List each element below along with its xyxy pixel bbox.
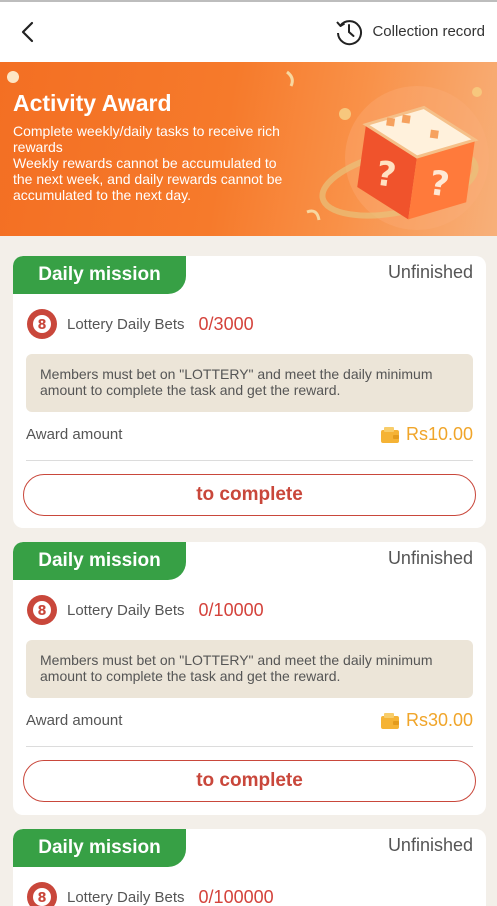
task-progress: 0/3000 [198, 313, 254, 334]
collection-record-button[interactable]: Collection record [334, 16, 485, 46]
lottery-ball-icon: 8 [27, 882, 57, 906]
divider [26, 746, 473, 747]
status-label: Unfinished [387, 835, 473, 855]
task-description: Members must bet on "LOTTERY" and meet t… [26, 354, 473, 412]
divider [26, 460, 473, 461]
back-button[interactable] [14, 16, 44, 48]
sparkle-dot-icon [7, 71, 19, 83]
svg-text:8: 8 [37, 891, 46, 906]
task-label: Lottery Daily Bets [67, 601, 185, 619]
banner-line: Weekly rewards cannot be accumulated to … [13, 155, 283, 203]
award-label: Award amount [26, 712, 123, 729]
mission-card: Daily mission Unfinished 8 Lottery Daily… [13, 256, 486, 528]
to-complete-button[interactable]: to complete [23, 760, 476, 802]
lottery-ball-icon: 8 [27, 309, 57, 339]
daily-mission-tag: Daily mission [13, 829, 186, 867]
mission-card: Daily mission Unfinished 8 Lottery Daily… [13, 829, 486, 906]
activity-banner: ? ? Activity Award Complete weekly/daily… [0, 62, 497, 236]
status-label: Unfinished [387, 262, 473, 282]
task-label: Lottery Daily Bets [67, 888, 185, 906]
daily-mission-tag: Daily mission [13, 542, 186, 580]
history-clock-icon [336, 20, 363, 46]
award-value: Rs10.00 [380, 424, 473, 445]
award-row: Award amount Rs30.00 [26, 710, 473, 731]
svg-text:8: 8 [37, 318, 46, 333]
task-description: Members must bet on "LOTTERY" and meet t… [26, 640, 473, 698]
award-row: Award amount Rs10.00 [26, 424, 473, 445]
wallet-icon [380, 712, 399, 729]
award-amount: Rs10.00 [405, 424, 473, 444]
to-complete-button[interactable]: to complete [23, 474, 476, 516]
award-amount: Rs30.00 [405, 710, 473, 730]
task-label: Lottery Daily Bets [67, 315, 185, 333]
award-value: Rs30.00 [380, 710, 473, 731]
lottery-ball-icon: 8 [27, 595, 57, 625]
banner-title: Activity Award [13, 90, 172, 116]
status-label: Unfinished [387, 548, 473, 568]
daily-mission-tag: Daily mission [13, 256, 186, 294]
mission-card: Daily mission Unfinished 8 Lottery Daily… [13, 542, 486, 815]
lucky-box-illustration: ? ? [286, 70, 489, 230]
task-row: 8 Lottery Daily Bets 0/3000 [26, 308, 254, 340]
banner-line: Complete weekly/daily tasks to receive r… [13, 123, 280, 155]
task-progress: 0/10000 [198, 599, 264, 620]
wallet-icon [380, 426, 399, 443]
chevron-left-icon [21, 21, 34, 43]
svg-text:8: 8 [37, 604, 46, 619]
banner-description: Complete weekly/daily tasks to receive r… [13, 123, 298, 203]
collection-record-label: Collection record [372, 22, 485, 40]
task-row: 8 Lottery Daily Bets 0/100000 [26, 881, 274, 906]
task-progress: 0/100000 [198, 886, 274, 906]
task-row: 8 Lottery Daily Bets 0/10000 [26, 594, 264, 626]
top-bar: Collection record [0, 2, 497, 62]
award-label: Award amount [26, 426, 123, 443]
